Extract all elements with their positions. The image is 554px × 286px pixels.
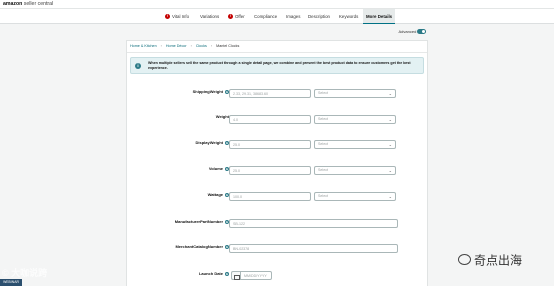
info-icon: i [135, 63, 141, 69]
weight-label: Weight [216, 114, 229, 120]
chevron-down-icon: ⌄ [388, 168, 392, 173]
wattage-input[interactable] [229, 192, 311, 201]
field-label-text: DisplayWeight [195, 140, 224, 145]
breadcrumb-clocks[interactable]: Clocks [196, 44, 207, 48]
listing-tabs: ! Vital Info Variations ! Offer Compliance… [0, 9, 554, 24]
select-value: Select [318, 168, 328, 172]
breadcrumb-separator: › [210, 44, 213, 48]
chevron-down-icon: ⌄ [388, 91, 392, 96]
field-label-text: ManufacturerPartNumber [174, 219, 223, 224]
manufacturer-part-number-input[interactable] [229, 219, 398, 228]
tab-label: More Details [366, 14, 393, 19]
launch-date-label: Launch Date? [199, 271, 229, 277]
tab-images[interactable]: Images [286, 9, 300, 24]
launch-date-input[interactable] [240, 271, 272, 280]
error-icon: ! [165, 13, 170, 19]
weight-input[interactable] [229, 115, 311, 124]
shipping-weight-label: ShippingWeight? [193, 89, 229, 95]
select-value: Select [318, 91, 328, 95]
seller-central-logo[interactable]: amazon seller central [3, 1, 53, 8]
tab-keywords[interactable]: Keywords [339, 9, 358, 24]
weight-unit-select[interactable]: Select ⌄ [314, 115, 396, 124]
tab-description[interactable]: Description [308, 9, 330, 24]
display-weight-unit-select[interactable]: Select ⌄ [314, 140, 396, 149]
field-label-text: Weight [215, 114, 229, 119]
chevron-down-icon: ⌄ [388, 142, 392, 147]
tab-label: Variations [200, 14, 220, 19]
display-weight-input[interactable] [229, 140, 311, 149]
tab-vital-info[interactable]: ! Vital Info [165, 9, 189, 24]
field-label-text: Wattage [207, 192, 223, 197]
merchant-catalog-number-label: MerchantCatalogNumber? [175, 244, 229, 250]
merchant-catalog-number-input[interactable] [229, 244, 398, 253]
watermark-badge: WEBINAR [0, 279, 22, 286]
volume-unit-select[interactable]: Select ⌄ [314, 166, 396, 175]
tab-compliance[interactable]: Compliance [254, 9, 277, 24]
logo-brand: amazon [3, 1, 23, 7]
field-label-text: ShippingWeight [192, 89, 223, 94]
volume-input[interactable] [229, 166, 311, 175]
tab-label: Keywords [339, 14, 359, 19]
field-label-text: Volume [208, 166, 223, 171]
watermark-right: 奇点出海 [458, 251, 522, 267]
shipping-weight-input[interactable] [229, 89, 311, 98]
select-value: Select [318, 117, 328, 121]
select-value: Select [318, 142, 328, 146]
manufacturer-part-number-label: ManufacturerPartNumber? [175, 219, 229, 225]
shipping-weight-unit-select[interactable]: Select ⌄ [314, 89, 396, 98]
tab-label: Description [308, 14, 330, 19]
breadcrumb-home-kitchen[interactable]: Home & Kitchen [130, 44, 157, 48]
wechat-icon [458, 254, 471, 266]
tab-more-details[interactable]: More Details [363, 9, 396, 24]
field-label-text: Launch Date [198, 271, 223, 276]
breadcrumb-mantel-clocks: Mantel Clocks [216, 44, 240, 48]
error-icon: ! [228, 13, 233, 19]
chevron-down-icon: ⌄ [388, 117, 392, 122]
display-weight-label: DisplayWeight? [195, 140, 229, 146]
calendar-icon[interactable] [231, 271, 240, 280]
watermark-right-text: 奇点出海 [474, 253, 523, 268]
tab-variations[interactable]: Variations [200, 9, 219, 24]
breadcrumb: Home & Kitchen › Home Décor › Clocks › Mantel … [130, 44, 239, 49]
field-label-text: MerchantCatalogNumber [175, 244, 223, 249]
chevron-down-icon: ⌄ [388, 194, 392, 199]
divider [127, 52, 427, 53]
tab-label: Offer [235, 14, 245, 19]
breadcrumb-separator: › [160, 44, 162, 48]
tab-offer[interactable]: ! Offer [228, 9, 245, 24]
breadcrumb-separator: › [190, 44, 192, 48]
top-bar: amazon seller central [0, 0, 554, 9]
info-banner: i When multiple sellers sell the same pr… [130, 57, 424, 74]
watermark-left: © 大咖说跨 [2, 268, 48, 278]
advanced-view-toggle[interactable] [417, 29, 426, 34]
breadcrumb-home-decor[interactable]: Home Décor [166, 44, 187, 48]
logo-product: seller central [22, 1, 54, 7]
help-icon[interactable]: ? [225, 271, 229, 276]
wattage-unit-select[interactable]: Select ⌄ [314, 192, 396, 201]
select-value: Select [318, 194, 328, 198]
tab-label: Vital Info [172, 14, 190, 19]
tab-label: Compliance [254, 14, 278, 19]
tab-label: Images [286, 14, 301, 19]
info-banner-text: When multiple sellers sell the same prod… [148, 61, 411, 71]
volume-label: Volume? [209, 166, 229, 172]
wattage-label: Wattage? [208, 192, 229, 198]
